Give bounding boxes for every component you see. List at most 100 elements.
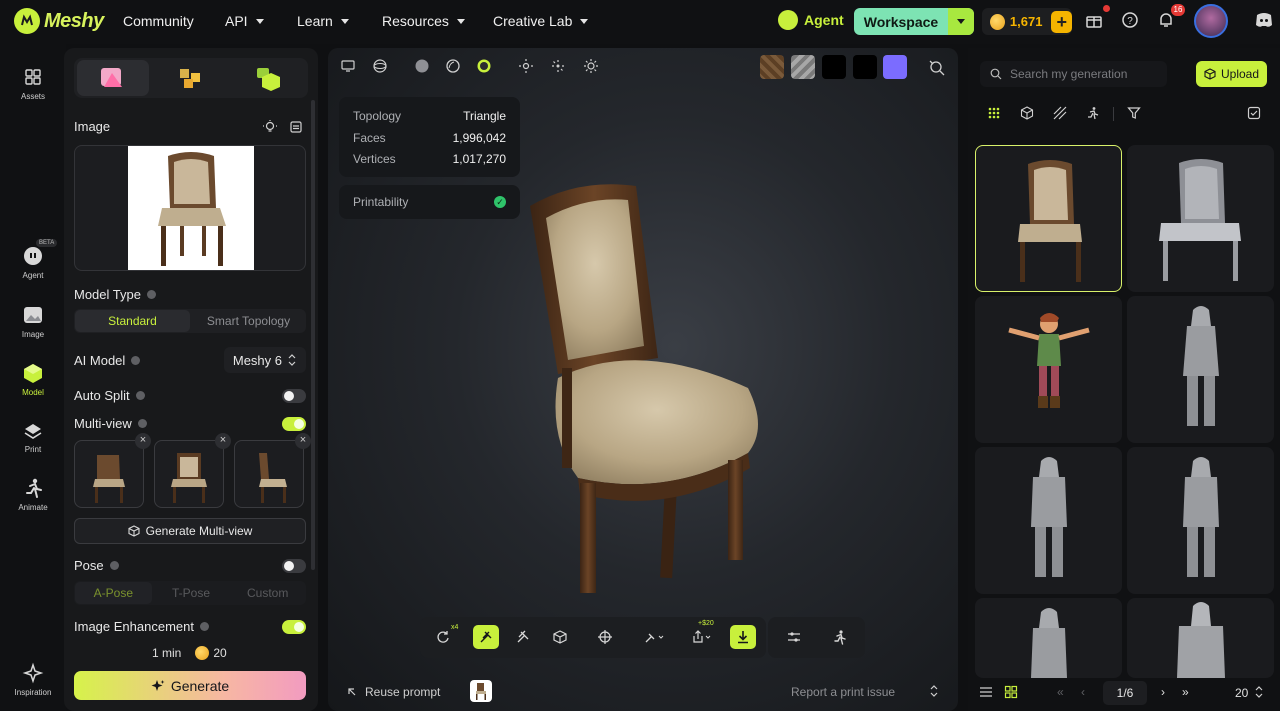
retexture-button[interactable] <box>510 625 536 649</box>
model-type-smart-topology[interactable]: Smart Topology <box>191 309 306 333</box>
multiview-thumb-side[interactable]: × <box>234 433 311 508</box>
auto-split-toggle[interactable] <box>282 389 306 403</box>
remove-view-button[interactable]: × <box>295 433 311 449</box>
generate-multiview-button[interactable]: Generate Multi-view <box>74 518 306 544</box>
funnel-icon[interactable] <box>1127 106 1143 122</box>
texture-swatch-color[interactable] <box>883 55 907 79</box>
prompt-thumbnail[interactable] <box>470 680 492 702</box>
rail-inspiration[interactable]: Inspiration <box>0 662 66 697</box>
panel-scrollbar[interactable] <box>311 100 315 570</box>
nav-resources[interactable]: Resources <box>382 13 465 29</box>
workspace-dropdown[interactable] <box>948 8 974 35</box>
ai-model-select[interactable]: Meshy 6 <box>224 347 306 373</box>
parts-button[interactable] <box>547 625 573 649</box>
light-dim-icon[interactable] <box>550 58 566 74</box>
tab-image-to-3d[interactable] <box>77 60 149 96</box>
generation-card[interactable] <box>975 296 1122 443</box>
chair-3d-model[interactable] <box>518 178 778 598</box>
texture-swatch-metal[interactable] <box>822 55 846 79</box>
tab-multi-image[interactable] <box>155 60 227 96</box>
transform-button[interactable] <box>592 625 618 649</box>
help-icon[interactable]: ? <box>1121 11 1143 33</box>
info-icon[interactable] <box>199 622 209 631</box>
printability-card[interactable]: Printability ✓ <box>339 185 520 219</box>
generation-card[interactable] <box>1127 598 1274 678</box>
pose-custom[interactable]: Custom <box>229 581 306 605</box>
monitor-icon[interactable] <box>340 58 356 74</box>
info-icon[interactable] <box>137 419 147 428</box>
discord-icon[interactable] <box>1254 11 1276 33</box>
info-icon[interactable] <box>146 290 156 299</box>
gift-icon[interactable] <box>1085 11 1107 33</box>
rail-assets[interactable]: Assets <box>0 66 66 101</box>
updown-chevron-icon[interactable] <box>930 685 938 697</box>
generation-card[interactable] <box>1127 447 1274 594</box>
generation-card[interactable] <box>1127 296 1274 443</box>
report-print-issue-link[interactable]: Report a print issue <box>791 685 895 699</box>
search-generation-input[interactable]: Search my generation <box>980 61 1167 87</box>
lightbulb-icon[interactable] <box>263 120 277 134</box>
generation-card[interactable] <box>975 598 1122 678</box>
texture-swatch-normal[interactable] <box>791 55 815 79</box>
filter-model-icon[interactable] <box>1020 106 1036 122</box>
rail-model[interactable]: Model <box>0 362 66 397</box>
nav-community[interactable]: Community <box>123 13 194 29</box>
last-page-icon[interactable]: » <box>1182 685 1189 699</box>
generation-card[interactable] <box>975 145 1122 292</box>
light-icon[interactable] <box>518 58 534 74</box>
wireframe-sphere-icon[interactable] <box>372 58 388 74</box>
solid-sphere-icon[interactable] <box>414 58 430 74</box>
rail-print[interactable]: Print <box>0 419 66 454</box>
list-view-icon[interactable] <box>979 686 993 698</box>
page-size-select[interactable]: 20 <box>1235 686 1248 700</box>
model-type-standard[interactable]: Standard <box>75 310 190 332</box>
rail-agent[interactable]: BETA Agent <box>0 239 66 280</box>
multiview-thumb-back[interactable]: × <box>154 433 231 508</box>
first-page-icon[interactable]: « <box>1057 685 1064 699</box>
multiview-toggle[interactable] <box>282 417 306 431</box>
rail-animate[interactable]: Animate <box>0 477 66 512</box>
reuse-prompt-button[interactable]: Reuse prompt <box>347 685 440 699</box>
textured-sphere-icon[interactable] <box>476 58 492 74</box>
select-mode-icon[interactable] <box>1247 106 1263 122</box>
model-viewport[interactable]: Topology Triangle Faces 1,996,042 Vertices… <box>328 48 958 711</box>
filter-all-icon[interactable] <box>987 106 1003 122</box>
info-icon[interactable] <box>109 561 119 570</box>
filter-animation-icon[interactable] <box>1085 106 1101 122</box>
page-indicator[interactable]: 1/6 <box>1103 681 1147 705</box>
compare-button[interactable] <box>781 625 807 649</box>
multiview-thumb-front[interactable]: × <box>74 433 151 508</box>
filter-texture-icon[interactable] <box>1053 106 1069 122</box>
meshy-logo[interactable]: Meshy <box>14 8 104 34</box>
export-dropdown[interactable] <box>685 625 719 649</box>
tab-text-to-3d[interactable] <box>233 60 305 96</box>
nav-creative-lab[interactable]: Creative Lab <box>493 13 589 29</box>
texture-swatch-rough[interactable] <box>853 55 877 79</box>
generation-card[interactable] <box>975 447 1122 594</box>
texture-button[interactable] <box>473 625 499 649</box>
rail-image[interactable]: Image <box>0 304 66 339</box>
avatar[interactable] <box>1194 4 1228 38</box>
input-image-dropzone[interactable] <box>74 145 306 271</box>
zoom-fit-icon[interactable] <box>928 59 945 76</box>
animate-button[interactable] <box>826 625 852 649</box>
prev-page-icon[interactable]: ‹ <box>1081 685 1085 699</box>
remove-view-button[interactable]: × <box>215 433 231 449</box>
image-enhancement-toggle[interactable] <box>282 620 306 634</box>
workspace-button[interactable]: Workspace <box>854 8 974 35</box>
download-button[interactable] <box>730 625 756 649</box>
info-icon[interactable] <box>131 356 141 365</box>
agent-button[interactable]: Agent <box>778 10 844 30</box>
pose-a-pose[interactable]: A-Pose <box>75 582 152 604</box>
updown-chevron-icon[interactable] <box>1255 686 1263 698</box>
texture-swatch-base[interactable] <box>760 55 784 79</box>
credits-widget[interactable]: 1,671 + <box>982 8 1072 35</box>
pose-t-pose[interactable]: T-Pose <box>153 581 230 605</box>
grid-view-icon[interactable] <box>1004 685 1018 699</box>
upload-button[interactable]: Upload <box>1196 61 1267 87</box>
style-dropdown[interactable] <box>638 625 672 649</box>
info-icon[interactable] <box>135 391 145 400</box>
matcap-sphere-icon[interactable] <box>445 58 461 74</box>
nav-learn[interactable]: Learn <box>297 13 349 29</box>
generate-button[interactable]: Generate <box>74 671 306 700</box>
